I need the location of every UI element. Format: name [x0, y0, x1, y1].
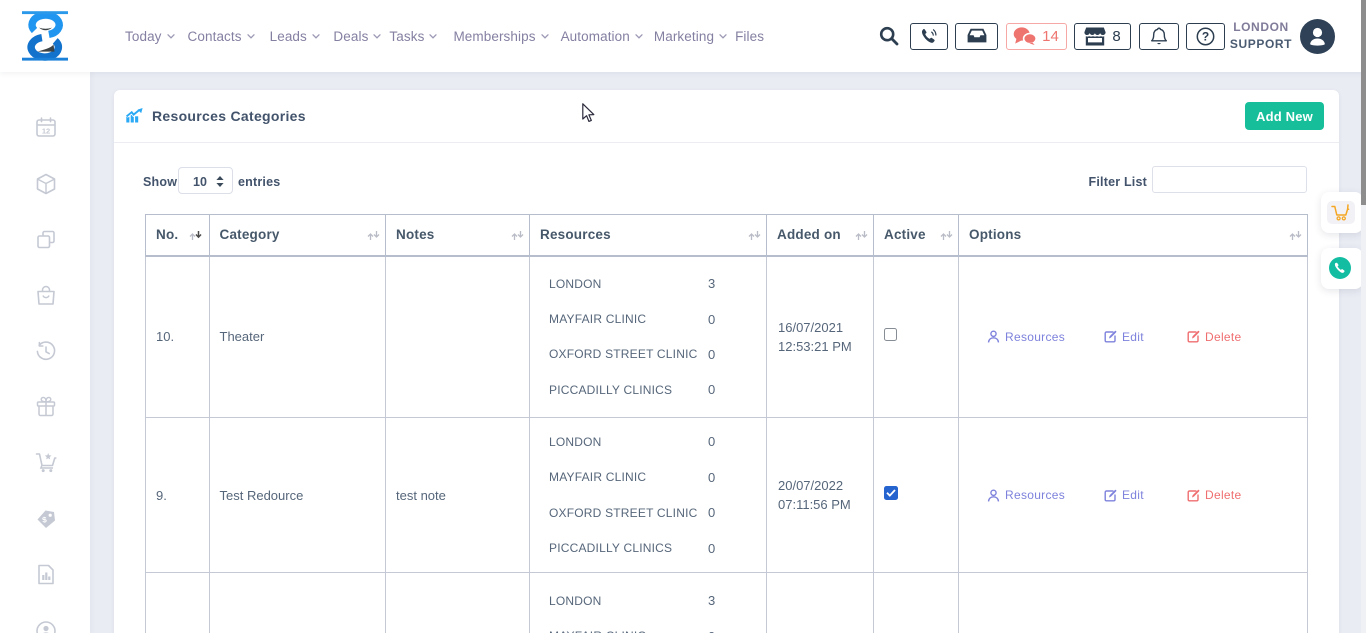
svg-text:12: 12: [42, 127, 50, 136]
svg-text:?: ?: [1202, 29, 1209, 43]
